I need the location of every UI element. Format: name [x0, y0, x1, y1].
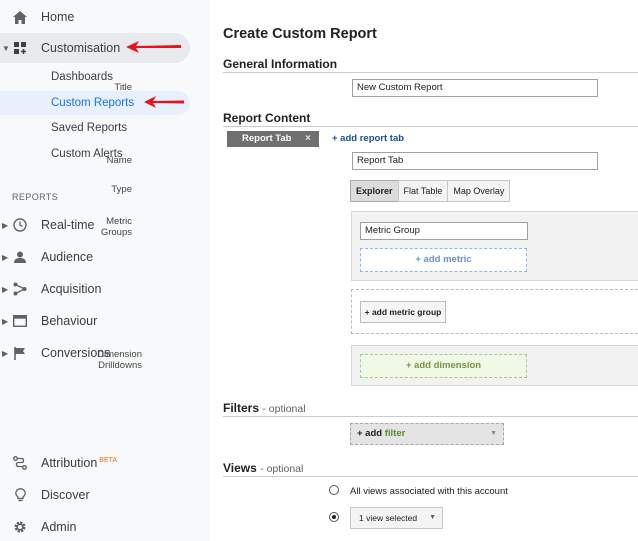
caret-right-icon: ▶ — [2, 220, 9, 230]
sidebar-subitem-label: Dashboards — [51, 71, 114, 83]
sidebar-subitem-label: Custom Reports — [51, 97, 135, 109]
main-panel: Create Custom Report General Information… — [97, 0, 638, 541]
add-report-tab-link[interactable]: + add report tab — [332, 133, 404, 144]
title-input[interactable]: New Custom Report — [352, 79, 598, 97]
report-tab-label: Report Tab — [242, 133, 292, 144]
sidebar-section-label: REPORTS — [12, 192, 59, 202]
metric-group-input[interactable]: Metric Group — [360, 222, 528, 240]
behaviour-icon — [11, 312, 29, 330]
sidebar-item-label: Home — [41, 10, 75, 24]
radio-all-views-label: All views associated with this account — [350, 486, 508, 497]
radio-all-views[interactable] — [329, 485, 339, 495]
type-label: Type — [111, 184, 132, 195]
caret-right-icon: ▶ — [2, 348, 9, 358]
add-dimension-button[interactable]: + add dimension — [360, 354, 527, 378]
views-select-label: 1 view selected — [359, 513, 418, 523]
add-filter-button[interactable]: + add filter ▼ — [350, 423, 504, 445]
annotation-arrow — [144, 96, 184, 108]
sidebar-item-label: Audience — [41, 250, 94, 264]
name-input[interactable]: Report Tab — [352, 152, 598, 170]
beta-badge: BETA — [99, 456, 118, 464]
optional-tag: - optional — [260, 463, 304, 475]
type-explorer-button[interactable]: Explorer — [350, 180, 399, 202]
lightbulb-icon — [11, 486, 29, 504]
attribution-icon — [11, 454, 29, 472]
gear-icon — [11, 518, 29, 536]
caret-down-icon: ▼ — [2, 43, 10, 53]
section-divider — [223, 126, 638, 127]
attribution-label: Attribution — [41, 456, 98, 470]
metric-group-box: Metric Group + add metric — [351, 211, 638, 281]
dimension-drilldowns-label: Dimension Drilldowns — [97, 349, 142, 371]
sidebar-item-label: Real-time — [41, 218, 95, 232]
add-filter-plus: + add — [357, 428, 383, 439]
sidebar-item-label: Admin — [41, 520, 77, 534]
chevron-down-icon: ▼ — [429, 514, 436, 521]
type-button-group: Explorer Flat Table Map Overlay — [350, 180, 511, 202]
home-icon — [11, 8, 29, 26]
caret-right-icon: ▶ — [2, 316, 9, 326]
radio-selected-views[interactable] — [329, 512, 339, 522]
report-tab[interactable]: Report Tab × — [227, 131, 319, 147]
section-divider — [223, 476, 638, 477]
name-label: Name — [106, 155, 132, 166]
add-metric-group-button[interactable]: + add metric group — [360, 301, 446, 323]
page-title: Create Custom Report — [223, 26, 377, 42]
type-map-overlay-button[interactable]: Map Overlay — [447, 180, 511, 202]
sidebar-subitem-label: Saved Reports — [51, 122, 128, 134]
acquisition-icon — [11, 280, 29, 298]
title-label: Title — [114, 82, 132, 93]
section-general-information: General Information — [223, 57, 338, 71]
section-divider — [223, 72, 638, 73]
sidebar-item-label: Customisation — [41, 41, 121, 55]
type-flat-table-button[interactable]: Flat Table — [397, 180, 449, 202]
dimension-box: + add dimension — [351, 345, 638, 386]
sidebar-item-label: Acquisition — [41, 282, 102, 296]
caret-right-icon: ▶ — [2, 252, 9, 262]
person-icon — [11, 248, 29, 266]
sidebar: Home ▼ Customisation Dashboards Custom R… — [0, 0, 210, 541]
section-divider — [223, 416, 638, 417]
metric-group-dashed-area: + add metric group — [351, 289, 638, 334]
filters-title: Filters — [223, 401, 260, 415]
clock-icon — [11, 216, 29, 234]
caret-right-icon: ▶ — [2, 284, 9, 294]
sidebar-item-label: Discover — [41, 488, 90, 502]
views-select-dropdown[interactable]: 1 view selected ▼ — [350, 507, 443, 529]
close-icon[interactable]: × — [305, 131, 311, 147]
section-views: Views - optional — [223, 461, 303, 475]
sidebar-item-label: Behaviour — [41, 314, 98, 328]
annotation-arrow — [126, 41, 181, 53]
metric-groups-label: Metric Groups — [100, 216, 132, 238]
customisation-icon — [11, 39, 29, 57]
optional-tag: - optional — [262, 403, 306, 415]
section-report-content: Report Content — [223, 111, 311, 125]
add-metric-button[interactable]: + add metric — [360, 248, 527, 272]
section-filters: Filters - optional — [223, 401, 306, 415]
views-title: Views — [223, 461, 257, 475]
chevron-down-icon: ▼ — [490, 430, 497, 437]
sidebar-item-label: Attribution BETA — [41, 456, 117, 470]
flag-icon — [11, 344, 29, 362]
add-filter-word: filter — [384, 428, 406, 439]
